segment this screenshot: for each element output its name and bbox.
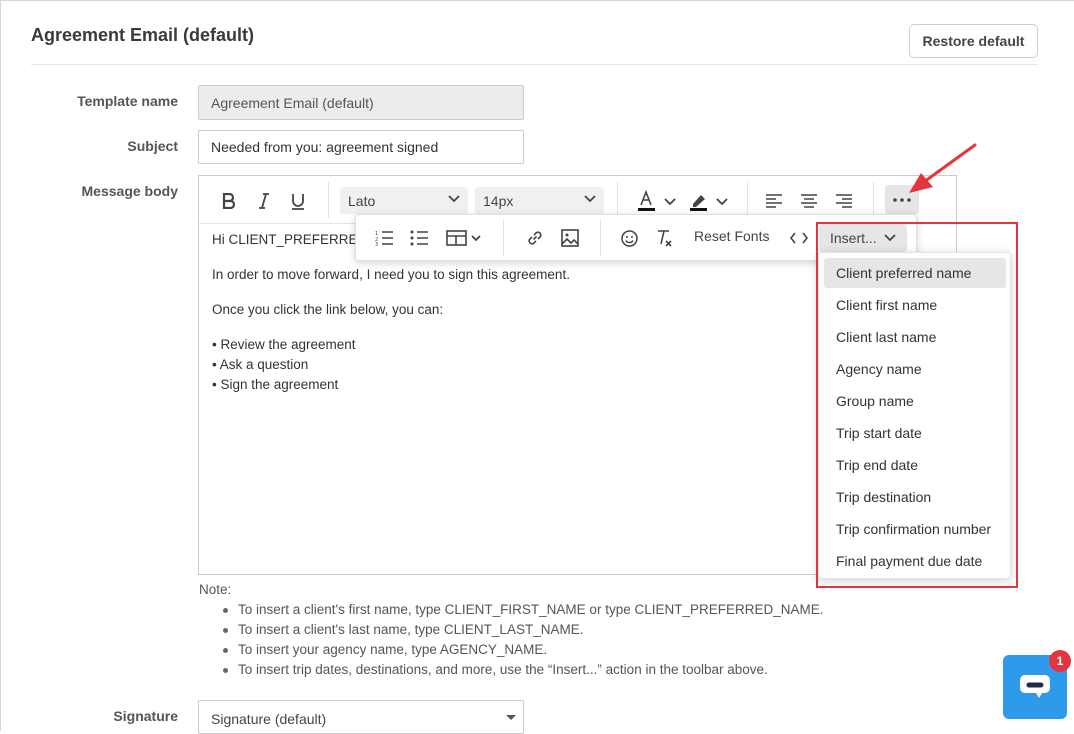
note-list: To insert a client's first name, type CL… (223, 600, 824, 680)
subject-input[interactable] (198, 130, 524, 164)
reset-fonts-button[interactable]: Reset Fonts (694, 228, 769, 244)
chevron-down-icon (884, 234, 896, 242)
caret-down-icon (506, 715, 516, 720)
emoji-icon (620, 229, 638, 247)
highlighter-icon (690, 195, 728, 211)
note-item: To insert a client's last name, type CLI… (223, 620, 824, 640)
chevron-down-icon (584, 195, 596, 203)
insert-menu-item[interactable]: Client first name (824, 290, 1006, 320)
highlight-color-button[interactable] (687, 188, 731, 214)
insert-menu-item[interactable]: Trip end date (824, 450, 1006, 480)
page-title: Agreement Email (default) (31, 25, 255, 45)
source-code-button[interactable] (788, 225, 810, 251)
text-color-icon (638, 190, 676, 211)
emoji-button[interactable] (618, 225, 640, 251)
link-icon (528, 231, 542, 245)
message-body-label: Message body (81, 183, 178, 199)
image-button[interactable] (559, 225, 581, 251)
insert-menu-item[interactable]: Agency name (824, 354, 1006, 384)
clear-formatting-button[interactable] (653, 225, 675, 251)
font-size-value: 14px (483, 192, 514, 209)
code-icon (790, 232, 808, 244)
body-bullet: • Review the agreement (212, 337, 356, 352)
body-paragraph: Once you click the link below, you can: (212, 302, 444, 317)
restore-default-button[interactable]: Restore default (909, 24, 1038, 58)
table-button[interactable] (446, 225, 486, 251)
template-name-label: Template name (77, 93, 178, 109)
toolbar-separator (873, 182, 874, 218)
body-greeting: Hi CLIENT_PREFERRED (212, 232, 368, 247)
chevron-down-icon (448, 195, 460, 203)
numbered-list-icon: 123 (375, 231, 393, 246)
more-options-button[interactable] (885, 185, 919, 214)
text-color-button[interactable] (635, 188, 679, 214)
italic-button[interactable] (253, 188, 275, 214)
svg-text:3: 3 (375, 242, 378, 246)
template-name-input[interactable] (198, 85, 524, 120)
clear-formatting-icon (658, 230, 672, 247)
header-divider (31, 64, 1038, 65)
font-size-select[interactable]: 14px (475, 187, 604, 214)
toolbar-separator (600, 220, 601, 256)
underline-icon (292, 193, 304, 210)
toolbar-separator (328, 182, 329, 218)
underline-button[interactable] (287, 188, 309, 214)
align-left-icon (766, 194, 782, 208)
insert-menu-item[interactable]: Trip destination (824, 482, 1006, 512)
more-horizontal-icon (893, 197, 911, 202)
note-item: To insert your agency name, type AGENCY_… (223, 640, 824, 660)
toolbar-separator (617, 182, 618, 218)
link-button[interactable] (524, 225, 546, 251)
font-family-value: Lato (348, 192, 376, 209)
body-paragraph: In order to move forward, I need you to … (212, 267, 570, 282)
notification-badge: 1 (1049, 650, 1071, 672)
table-icon (446, 230, 481, 246)
align-left-button[interactable] (763, 188, 785, 214)
font-family-select[interactable]: Lato (340, 187, 468, 214)
body-bullet: • Sign the agreement (212, 377, 339, 392)
toolbar-separator (747, 182, 748, 218)
insert-menu-button[interactable]: Insert... (819, 224, 907, 252)
align-right-button[interactable] (833, 188, 855, 214)
note-item: To insert a client's first name, type CL… (223, 600, 824, 620)
align-center-icon (801, 194, 817, 208)
insert-menu-item[interactable]: Group name (824, 386, 1006, 416)
insert-menu-item[interactable]: Trip confirmation number (824, 514, 1006, 544)
signature-select[interactable]: Signature (default) (198, 700, 524, 734)
note-title: Note: (199, 582, 232, 597)
subject-label: Subject (127, 138, 178, 154)
numbered-list-button[interactable]: 123 (373, 225, 395, 251)
insert-menu-label: Insert... (830, 230, 877, 246)
insert-menu-item[interactable]: Final payment due date (824, 546, 1006, 576)
insert-menu-item[interactable]: Trip start date (824, 418, 1006, 448)
bold-icon (222, 193, 236, 209)
chat-icon (1020, 675, 1050, 698)
bullet-list-icon (410, 230, 428, 246)
align-right-icon (836, 194, 852, 208)
body-bullet: • Ask a question (212, 357, 309, 372)
align-center-button[interactable] (798, 188, 820, 214)
insert-dropdown-menu: Client preferred name Client first name Cl… (818, 252, 1011, 579)
bold-button[interactable] (218, 188, 240, 214)
image-icon (561, 229, 579, 247)
italic-icon (259, 193, 269, 209)
bullet-list-button[interactable] (408, 225, 430, 251)
signature-label: Signature (113, 708, 178, 724)
insert-menu-item[interactable]: Client last name (824, 322, 1006, 352)
settings-panel: Agreement Email (default) Restore defaul… (0, 0, 1074, 734)
insert-menu-item[interactable]: Client preferred name (824, 258, 1006, 288)
note-item: To insert trip dates, destinations, and … (223, 660, 824, 680)
toolbar-separator (503, 220, 504, 256)
